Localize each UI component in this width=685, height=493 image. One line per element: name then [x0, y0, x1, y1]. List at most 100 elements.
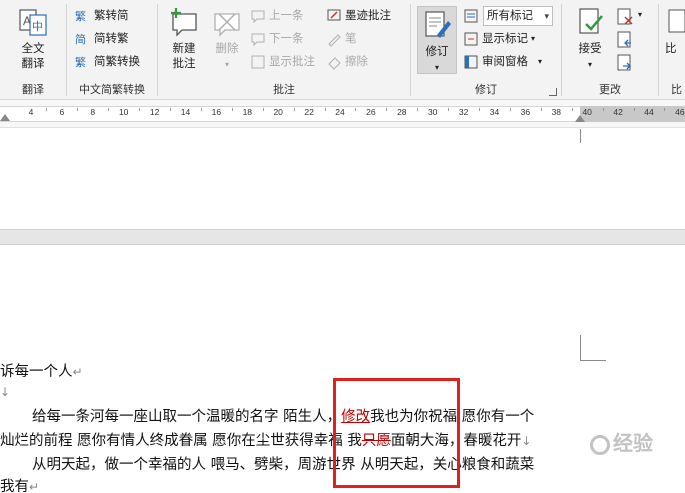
watermark-text: 经验	[613, 433, 653, 455]
ruler-tick-label: 36	[520, 107, 531, 117]
previous-comment-label: 上一条	[269, 10, 304, 22]
ruler-tick-label: 22	[304, 107, 314, 117]
comments-group-label: 批注	[273, 84, 295, 96]
show-markup-icon	[463, 31, 479, 47]
compare-group-label: 比	[671, 84, 682, 96]
ruler-tick-mark	[479, 108, 481, 111]
next-comment-icon	[250, 31, 266, 47]
accept-button[interactable]: 接受 ▾	[570, 4, 610, 72]
new-comment-label: 新建 批注	[172, 43, 196, 70]
ruler-tick-mark	[540, 108, 542, 111]
next-comment-label: 下一条	[269, 33, 304, 45]
pen-icon	[326, 31, 342, 47]
ruler-tick-label: 24	[335, 107, 345, 117]
ruler-tick-mark	[417, 108, 419, 111]
ruler-tick-mark	[108, 108, 110, 111]
ink-comment-button[interactable]: 墨迹批注	[326, 6, 391, 26]
ruler-tick-label: 14	[180, 107, 191, 117]
ruler-tick-label: 10	[118, 107, 129, 117]
markup-icon	[463, 8, 479, 24]
traditional-to-simplified-icon: 繁	[75, 8, 91, 24]
pen-button[interactable]: 笔	[326, 29, 357, 49]
chevron-down-icon: ▾	[538, 57, 543, 66]
ruler-tick-label: 30	[427, 107, 438, 117]
ruler-tick-label: 44	[644, 107, 654, 117]
right-indent-marker[interactable]	[575, 115, 585, 122]
next-comment-button[interactable]: 下一条	[250, 29, 304, 49]
ruler-tick-label: 20	[273, 107, 283, 117]
convert-button[interactable]: 繁 简繁转换	[75, 52, 140, 72]
ribbon: A 中 全文 翻译 翻译 繁 繁转简 简 简转繁 繁 简繁转换 中文简繁转换 新…	[0, 0, 685, 100]
horizontal-ruler[interactable]: 4 6 8 10 12 14 16 18 20 22 24 26 28 30 32 34 36 38 40 42 44 4…	[0, 100, 685, 128]
paragraph-mark-icon: ↓	[0, 385, 11, 399]
ruler-tick-mark	[509, 108, 511, 111]
previous-comment-button[interactable]: 上一条	[250, 6, 304, 26]
text-line: 诉每一个人↵	[0, 362, 83, 382]
reviewing-pane-label: 审阅窗格	[482, 56, 528, 68]
full-translate-label: 全文 翻译	[21, 43, 45, 70]
text-run: 诉每一个人	[0, 364, 73, 380]
pen-label: 笔	[345, 33, 357, 45]
ruler-tick-label: 34	[489, 107, 500, 117]
text-line: 我有↵	[0, 477, 39, 493]
to-traditional-button[interactable]: 简 简转繁	[75, 29, 129, 49]
ruler-tick-mark	[77, 108, 79, 111]
chinese-convert-group-label: 中文简繁转换	[79, 84, 145, 96]
compare-label: 比	[665, 43, 677, 55]
tracking-group: 修订 ▾ 所有标记 ▾ 显示标记 ▾ 审阅窗格 ▾ 修订	[411, 0, 561, 100]
ruler-tick-mark	[231, 108, 233, 111]
compare-icon	[665, 6, 685, 38]
ruler-tick-mark	[633, 108, 635, 111]
ruler-tick-mark	[139, 108, 141, 111]
ruler-tick-label: 32	[458, 107, 469, 117]
chevron-down-icon: ▾	[531, 34, 536, 43]
ruler-tick-label: 8	[90, 107, 96, 117]
track-changes-button[interactable]: 修订 ▾	[417, 6, 457, 74]
chevron-down-icon: ▾	[434, 63, 439, 72]
ruler-tick-mark	[324, 108, 326, 111]
text-run: 给每一条河每一座山取一个温暖的名字 陌生人，	[32, 409, 342, 425]
ruler-tick-mark	[664, 108, 666, 111]
svg-text:繁: 繁	[75, 9, 86, 23]
text-run: 灿烂的前程 愿你有情人终成眷属 愿你在尘世获得幸福 我	[0, 433, 362, 449]
ruler-tick-label: 38	[551, 107, 562, 117]
ruler-tick-label: 6	[59, 107, 65, 117]
ruler-tick-mark	[448, 108, 450, 111]
next-change-icon[interactable]	[616, 54, 636, 72]
changes-group-label: 更改	[599, 84, 621, 96]
show-comments-button[interactable]: 显示批注	[250, 52, 315, 72]
ruler-tick-mark	[571, 108, 573, 111]
ruler-tick-label: 46	[675, 107, 685, 117]
delete-comment-icon	[211, 6, 243, 38]
comments-group: 新建 批注 删除 ▾ 上一条 下一条 显示批注 墨迹批注 笔 擦除 批注	[158, 0, 410, 100]
chevron-down-icon: ▾	[587, 60, 592, 69]
ink-comment-icon	[326, 8, 342, 24]
compare-button[interactable]: 比	[665, 4, 685, 57]
reviewing-pane-button[interactable]: 审阅窗格 ▾	[463, 52, 542, 72]
eraser-button[interactable]: 擦除	[326, 52, 368, 72]
compare-group: 比 比	[659, 0, 685, 100]
to-traditional-label: 简转繁	[94, 33, 129, 45]
left-indent-marker[interactable]	[0, 114, 10, 121]
ruler-tick-mark	[386, 108, 388, 111]
to-simplified-button[interactable]: 繁 繁转简	[75, 6, 129, 26]
new-comment-button[interactable]: 新建 批注	[164, 4, 204, 72]
translate-group-label: 翻译	[22, 84, 44, 96]
svg-text:繁: 繁	[75, 55, 86, 69]
show-markup-button[interactable]: 显示标记 ▾	[463, 29, 535, 49]
document-area[interactable]: 诉每一个人↵ ↓ 给每一条河每一座山取一个温暖的名字 陌生人，修改我也为你祝福 …	[0, 129, 685, 493]
ruler-tick-mark	[293, 108, 295, 111]
dialog-launcher-icon[interactable]	[549, 88, 557, 96]
previous-change-icon[interactable]	[616, 31, 636, 49]
eraser-icon	[326, 54, 342, 70]
reject-icon[interactable]	[616, 8, 636, 26]
annotation-highlight-box	[333, 378, 460, 488]
full-translate-button[interactable]: A 中 全文 翻译	[10, 4, 56, 72]
eraser-label: 擦除	[345, 56, 368, 68]
accept-icon	[574, 6, 606, 38]
convert-label: 简繁转换	[94, 56, 140, 68]
ruler-tick-mark	[355, 108, 357, 111]
convert-icon: 繁	[75, 54, 91, 70]
delete-comment-button[interactable]: 删除 ▾	[208, 4, 246, 72]
markup-select[interactable]: 所有标记 ▾	[483, 6, 553, 26]
